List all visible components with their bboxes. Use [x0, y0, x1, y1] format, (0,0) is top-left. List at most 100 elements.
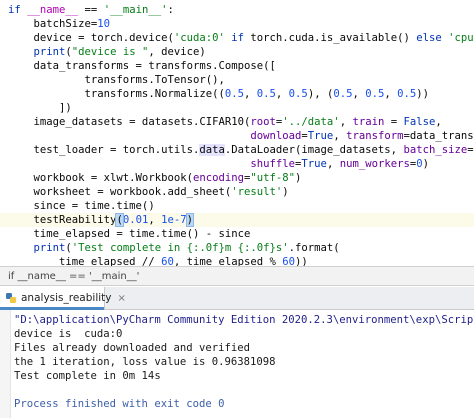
code-token: 0.5: [397, 88, 417, 100]
code-token: 'cpu': [448, 32, 474, 44]
code-token: since = time.time(): [8, 200, 155, 212]
code-line[interactable]: shuffle=True, num_workers=0): [0, 157, 429, 171]
code-token: data_transforms = transforms.Compose([: [8, 60, 276, 72]
code-token: 'result': [231, 186, 283, 198]
code-token: .format(: [288, 242, 340, 254]
code-line[interactable]: workbook = xlwt.Workbook(encoding="utf-8…: [0, 171, 302, 185]
code-token: time_elapsed = time.time() - since: [8, 228, 251, 240]
code-token: 1e-7: [161, 214, 187, 226]
code-token: =data_transforms): [403, 130, 474, 142]
code-line[interactable]: download=True, transform=data_transforms…: [0, 129, 474, 143]
code-token: ,: [333, 130, 347, 142]
code-token: False: [403, 116, 436, 128]
tab-analysis-reability[interactable]: analysis_reability ×: [0, 287, 126, 310]
breadcrumb-text: if __name__ == '__main__': [8, 271, 140, 282]
code-token: ,: [352, 88, 366, 100]
code-token: else: [416, 32, 449, 44]
code-token: 0.5: [224, 88, 244, 100]
code-line[interactable]: batchSize=10: [0, 17, 111, 31]
code-token: =: [384, 116, 404, 128]
code-token: ,: [326, 158, 340, 170]
code-line[interactable]: transforms.Normalize((0.5, 0.5, 0.5), (0…: [0, 87, 430, 101]
code-line[interactable]: data_transforms = transforms.Compose([: [0, 59, 276, 73]
code-token: 'Test complete in {:.0f}m {:.0f}s': [71, 242, 289, 254]
code-token: test_loader = torch.utils.: [8, 144, 200, 156]
code-token: transform: [346, 130, 404, 142]
code-token: transforms.Normalize((: [8, 88, 225, 100]
breadcrumb[interactable]: if __name__ == '__main__': [0, 266, 474, 286]
code-token: time_elapsed //: [8, 256, 162, 266]
code-token: batchSize=: [8, 18, 98, 30]
code-token: num_workers: [339, 158, 410, 170]
code-token: =batchSize,: [467, 144, 474, 156]
code-token: ): [295, 172, 302, 184]
console-line: Process finished with exit code 0: [14, 398, 225, 410]
code-line[interactable]: testReability(0.01, 1e-7): [0, 213, 474, 227]
code-token: )): [295, 256, 308, 266]
code-token: 0.5: [288, 88, 308, 100]
code-token: __name__: [27, 4, 79, 16]
code-token: 0.5: [365, 88, 385, 100]
code-token: True: [301, 158, 327, 170]
code-token: if: [8, 4, 28, 16]
code-token: ): [282, 186, 289, 198]
code-token: batch_size: [403, 144, 468, 156]
console-gutter: [0, 310, 11, 418]
code-token: encoding: [192, 172, 244, 184]
code-token: 0.01: [122, 214, 149, 226]
code-token: '../data': [282, 116, 340, 128]
code-token: 60: [282, 256, 296, 266]
code-line[interactable]: print('Test complete in {:.0f}m {:.0f}s'…: [0, 241, 340, 255]
code-token: ,: [435, 116, 442, 128]
code-token: transforms.ToTensor(),: [8, 74, 225, 86]
code-token: ): [422, 158, 430, 170]
code-line[interactable]: worksheet = workbook.add_sheet('result'): [0, 185, 289, 199]
code-token: 60: [161, 256, 174, 266]
code-line[interactable]: test_loader = torch.utils.data.DataLoade…: [0, 143, 474, 157]
close-icon[interactable]: ×: [118, 293, 126, 304]
code-line[interactable]: time_elapsed // 60, time_elapsed % 60)): [0, 255, 308, 266]
code-token: data: [199, 144, 225, 156]
run-tab-label: analysis_reability: [21, 292, 112, 304]
code-token: True: [307, 130, 334, 142]
code-token: ,: [339, 116, 353, 128]
code-token: ==: [78, 4, 104, 16]
code-line[interactable]: since = time.time(): [0, 199, 155, 213]
code-line[interactable]: transforms.ToTensor(),: [0, 73, 225, 87]
code-token: torch.cuda.is_available(): [250, 32, 417, 44]
code-token: ): [185, 213, 195, 227]
code-line[interactable]: ]): [0, 101, 72, 115]
code-token: 0.5: [256, 88, 276, 100]
code-line[interactable]: device = torch.device('cuda:0' if torch.…: [0, 31, 474, 45]
code-token: ,: [275, 88, 289, 100]
code-token: '__main__': [103, 4, 168, 16]
code-token: 'cuda:0': [173, 32, 225, 44]
code-line[interactable]: time_elapsed = time.time() - since: [0, 227, 251, 241]
code-token: download: [250, 130, 302, 142]
code-token: device = torch.device(: [8, 32, 174, 44]
code-token: "utf-8": [250, 172, 296, 184]
code-token: :: [167, 4, 174, 16]
code-token: print: [33, 242, 66, 254]
code-token: .DataLoader(image_datasets,: [224, 144, 404, 156]
code-token: , time_elapsed %: [173, 256, 283, 266]
code-token: ,: [244, 88, 257, 100]
code-line[interactable]: print("device is ", device): [0, 45, 206, 59]
code-editor[interactable]: if __name__ == '__main__': batchSize=10 …: [0, 0, 474, 266]
code-token: if: [224, 32, 251, 44]
run-console[interactable]: "D:\application\PyCharm Community Editio…: [0, 310, 474, 418]
console-line: Files already downloaded and verified: [14, 342, 250, 354]
code-token: 0.5: [333, 88, 353, 100]
code-token: shuffle: [250, 158, 296, 170]
console-line: device is cuda:0: [14, 328, 123, 340]
code-line[interactable]: image_datasets = datasets.CIFAR10(root = '…: [0, 115, 442, 129]
code-token: print: [33, 46, 66, 58]
code-line[interactable]: if __name__ == '__main__':: [0, 3, 174, 17]
console-line: Test complete in 0m 14s: [14, 370, 161, 382]
console-line: the 1 iteration, loss value is 0.9638109…: [14, 356, 276, 368]
code-token: train: [352, 116, 385, 128]
